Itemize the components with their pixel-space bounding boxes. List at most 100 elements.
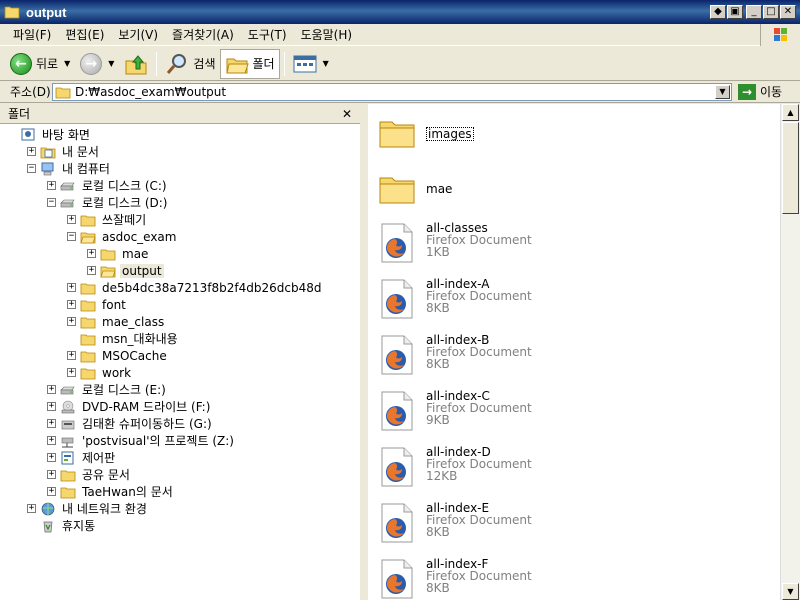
tree-item[interactable]: + TaeHwan의 문서 [0, 483, 360, 500]
file-item[interactable]: all-index-B Firefox Document 8KB [378, 334, 532, 376]
tree-item[interactable]: + mae [0, 245, 360, 262]
expand-icon[interactable]: + [67, 317, 76, 326]
search-button[interactable]: 검색 [161, 49, 219, 79]
folder-item[interactable]: mae [378, 168, 452, 210]
tree-item-label: 내 컴퓨터 [62, 162, 110, 176]
menu-favorites[interactable]: 즐겨찾기(A) [165, 25, 241, 45]
tree-item[interactable]: 휴지통 [0, 517, 360, 534]
file-item[interactable]: all-index-D Firefox Document 12KB [378, 446, 532, 488]
menu-edit[interactable]: 편집(E) [58, 25, 111, 45]
back-dropdown-icon[interactable]: ▼ [64, 59, 70, 68]
expand-icon[interactable]: + [67, 368, 76, 377]
tree-item-label: asdoc_exam [102, 229, 177, 244]
file-name: images [426, 127, 474, 141]
expand-icon[interactable]: + [47, 436, 56, 445]
expand-icon[interactable]: + [67, 351, 76, 360]
address-input[interactable]: D:₩asdoc_exam₩output ▼ [52, 82, 732, 101]
maximize-button[interactable]: □ [763, 5, 779, 19]
tree-item[interactable]: + 로컬 디스크 (C:) [0, 177, 360, 194]
tree-item-label: de5b4dc38a7213f8b2f4db26dcb48d [102, 280, 322, 295]
scroll-down-button[interactable]: ▼ [782, 583, 799, 600]
go-button[interactable]: → 이동 [738, 83, 782, 100]
scroll-up-button[interactable]: ▲ [782, 104, 799, 121]
tree-item[interactable]: + MSOCache [0, 347, 360, 364]
menu-view[interactable]: 보기(V) [111, 25, 165, 45]
address-value: D:₩asdoc_exam₩output [75, 84, 227, 99]
folder-tree-pane: 폴더 ✕ 바탕 화면 + 내 문서 − 내 컴퓨터 + 로컬 디스크 (C:) − 로컬 디스크… [0, 104, 364, 600]
tree-item[interactable]: − 로컬 디스크 (D:) [0, 194, 360, 211]
back-button[interactable]: ← 뒤로 ▼ [6, 49, 76, 79]
forward-dropdown-icon[interactable]: ▼ [108, 59, 114, 68]
restore-menu-button[interactable]: ◆ [710, 5, 726, 19]
tree-item[interactable]: + 로컬 디스크 (E:) [0, 381, 360, 398]
address-bar: 주소(D) D:₩asdoc_exam₩output ▼ → 이동 [0, 81, 800, 103]
file-size: 8KB [426, 525, 450, 539]
menu-help[interactable]: 도움말(H) [294, 25, 360, 45]
expand-icon[interactable]: + [27, 147, 36, 156]
toolbar: ← 뒤로 ▼ → ▼ 검색 폴더 ▼ [0, 47, 800, 81]
minimize-button[interactable]: _ [746, 5, 762, 19]
tree-item-label: font [102, 297, 126, 312]
title-bar[interactable]: output ◆ ▣ _ □ ✕ [0, 0, 800, 24]
expand-icon[interactable]: + [67, 300, 76, 309]
expand-icon[interactable]: + [47, 181, 56, 190]
tree-item-label: 로컬 디스크 (D:) [82, 196, 168, 210]
collapse-icon[interactable]: − [47, 198, 56, 207]
file-item[interactable]: all-index-F Firefox Document 8KB [378, 558, 532, 600]
expand-icon[interactable]: + [87, 266, 96, 275]
tree-item-label: 제어판 [82, 451, 116, 465]
menu-bar: 파일(F) 편집(E) 보기(V) 즐겨찾기(A) 도구(T) 도움말(H) [0, 24, 800, 46]
tree-item[interactable]: 바탕 화면 [0, 126, 360, 143]
tree-item[interactable]: + work [0, 364, 360, 381]
expand-icon[interactable]: + [47, 453, 56, 462]
close-button[interactable]: ✕ [780, 5, 796, 19]
tile-button[interactable]: ▣ [727, 5, 743, 19]
tree-item[interactable]: + 김태환 슈퍼이동하드 (G:) [0, 415, 360, 432]
forward-button[interactable]: → ▼ [76, 49, 120, 79]
expand-icon[interactable]: + [87, 249, 96, 258]
tree-item[interactable]: + 공유 문서 [0, 466, 360, 483]
views-button[interactable]: ▼ [289, 49, 335, 79]
expand-icon[interactable]: + [27, 504, 36, 513]
tree-item[interactable]: + 내 문서 [0, 143, 360, 160]
tree-item[interactable]: + font [0, 296, 360, 313]
folder-item[interactable]: images [378, 112, 474, 154]
menu-tools[interactable]: 도구(T) [241, 25, 294, 45]
expand-icon[interactable]: + [47, 385, 56, 394]
tree-item-label: 김태환 슈퍼이동하드 (G:) [82, 417, 212, 431]
tree-item[interactable]: + 제어판 [0, 449, 360, 466]
tree-item[interactable]: + 'postvisual'의 프로젝트 (Z:) [0, 432, 360, 449]
tree-item[interactable]: + 내 네트워크 환경 [0, 500, 360, 517]
file-item[interactable]: all-classes Firefox Document 1KB [378, 222, 532, 264]
scroll-thumb[interactable] [782, 122, 799, 214]
menu-file[interactable]: 파일(F) [6, 25, 58, 45]
tree-item[interactable]: + 쓰잘떼기 [0, 211, 360, 228]
collapse-icon[interactable]: − [27, 164, 36, 173]
up-button[interactable] [120, 49, 152, 79]
expand-icon[interactable]: + [47, 487, 56, 496]
hard-drive-icon [60, 182, 75, 190]
file-item[interactable]: all-index-A Firefox Document 8KB [378, 278, 532, 320]
folder-icon [4, 6, 20, 19]
expand-icon[interactable]: + [67, 215, 76, 224]
file-size: 1KB [426, 245, 450, 259]
file-item[interactable]: all-index-E Firefox Document 8KB [378, 502, 532, 544]
tree-item[interactable]: + mae_class [0, 313, 360, 330]
expand-icon[interactable]: + [47, 402, 56, 411]
folders-button[interactable]: 폴더 [219, 48, 280, 79]
tree-item[interactable]: + DVD-RAM 드라이브 (F:) [0, 398, 360, 415]
address-dropdown-icon[interactable]: ▼ [715, 84, 730, 99]
tree-item[interactable]: msn_대화내용 [0, 330, 360, 347]
tree-item[interactable]: + de5b4dc38a7213f8b2f4db26dcb48d [0, 279, 360, 296]
file-item[interactable]: all-index-C Firefox Document 9KB [378, 390, 532, 432]
close-icon[interactable]: ✕ [342, 107, 352, 121]
expand-icon[interactable]: + [47, 419, 56, 428]
tree-item[interactable]: − asdoc_exam [0, 228, 360, 245]
folder-icon [80, 300, 96, 311]
expand-icon[interactable]: + [67, 283, 76, 292]
tree-item[interactable]: + output [0, 262, 360, 279]
tree-item[interactable]: − 내 컴퓨터 [0, 160, 360, 177]
vertical-scrollbar[interactable]: ▲ ▼ [780, 104, 800, 600]
collapse-icon[interactable]: − [67, 232, 76, 241]
expand-icon[interactable]: + [47, 470, 56, 479]
